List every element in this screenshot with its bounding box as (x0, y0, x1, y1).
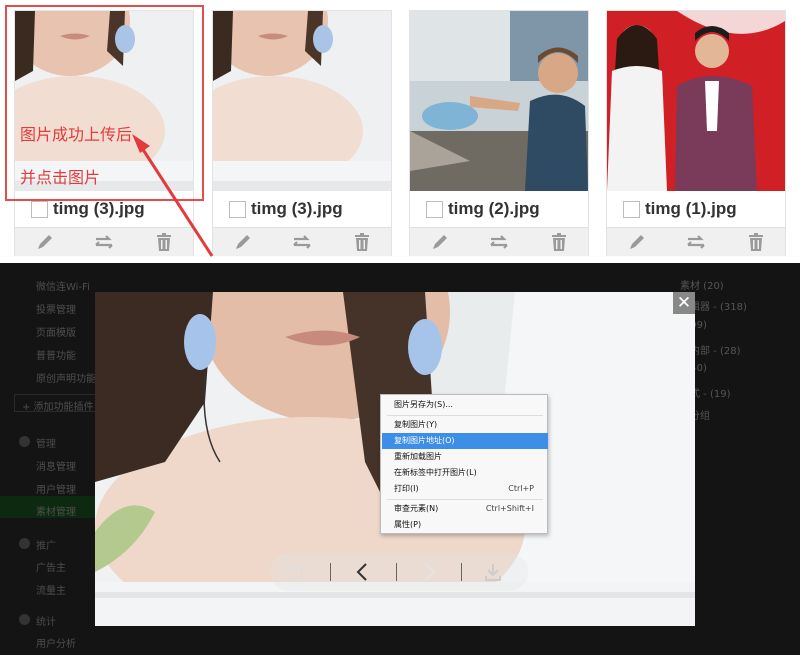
image-filename: timg (3).jpg (251, 199, 343, 218)
select-checkbox[interactable] (426, 201, 443, 218)
menu-item-label: 属性(P) (394, 520, 422, 529)
menu-item-label: 重新加载图片 (394, 452, 442, 461)
delete-trash-icon[interactable] (548, 232, 570, 252)
sidebar-item[interactable]: 消息管理 (36, 458, 76, 473)
image-card[interactable]: timg (2).jpg (409, 10, 589, 256)
stats-icon (19, 614, 30, 625)
card-actions (15, 227, 193, 256)
prev-image-icon[interactable] (352, 560, 374, 584)
move-arrows-icon[interactable] (291, 232, 313, 252)
menu-separator (387, 499, 543, 500)
context-menu-item-selected[interactable]: 复制图片地址(O) (382, 433, 548, 449)
add-plugin-label: + 添加功能插件 (22, 402, 94, 413)
card-actions (607, 227, 785, 256)
edit-pencil-icon[interactable] (430, 232, 452, 252)
edit-pencil-icon[interactable] (627, 232, 649, 252)
context-menu-item[interactable]: 审查元素(N) Ctrl+Shift+I (382, 501, 548, 517)
delete-trash-icon[interactable] (745, 232, 767, 252)
context-menu-item[interactable]: 在新标签中打开图片(L) (382, 465, 548, 481)
group-item[interactable]: 素材 (20) (680, 277, 724, 292)
context-menu-item[interactable]: 图片另存为(S)... (382, 397, 548, 413)
sidebar-item[interactable]: 用户管理 (36, 481, 76, 496)
next-image-icon[interactable] (418, 560, 440, 584)
preview-toolbar (270, 553, 528, 591)
image-gallery: timg (3).jpg timg (3).jpg timg (2).jpg t… (0, 0, 800, 263)
sidebar-item[interactable]: 原创声明功能 (36, 370, 96, 385)
section-heading: 统计 (36, 617, 56, 628)
select-checkbox[interactable] (31, 201, 48, 218)
menu-item-label: 审查元素(N) (394, 504, 439, 513)
edit-pencil-icon[interactable] (35, 232, 57, 252)
image-card[interactable]: timg (1).jpg (606, 10, 786, 256)
card-actions (213, 227, 391, 256)
annotation-text: 图片成功上传后 (20, 125, 133, 144)
image-filename: timg (3).jpg (53, 199, 145, 218)
menu-separator (387, 415, 543, 416)
delete-trash-icon[interactable] (351, 232, 373, 252)
select-checkbox[interactable] (623, 201, 640, 218)
toolbar-divider (396, 563, 397, 581)
browser-context-menu: 图片另存为(S)... 复制图片(Y) 复制图片地址(O) 重新加载图片 在新标… (380, 394, 548, 534)
section-heading: 推广 (36, 541, 56, 552)
menu-item-shortcut: Ctrl+Shift+I (485, 504, 534, 513)
move-arrows-icon[interactable] (488, 232, 510, 252)
context-menu-item[interactable]: 属性(P) (382, 517, 548, 533)
select-checkbox[interactable] (229, 201, 246, 218)
menu-item-shortcut: Ctrl+P (508, 484, 534, 493)
edit-pencil-icon[interactable] (233, 232, 255, 252)
toolbar-divider (461, 563, 462, 581)
menu-item-label: 复制图片(Y) (394, 420, 438, 429)
context-menu-item[interactable]: 重新加载图片 (382, 449, 548, 465)
sidebar-item[interactable]: 普普功能 (36, 347, 76, 362)
toolbar-divider (330, 563, 331, 581)
fullscreen-icon[interactable] (284, 560, 306, 584)
sidebar-item[interactable]: 广告主 (36, 559, 66, 574)
move-arrows-icon[interactable] (685, 232, 707, 252)
move-arrows-icon[interactable] (93, 232, 115, 252)
delete-trash-icon[interactable] (153, 232, 175, 252)
manage-icon (19, 436, 30, 447)
card-actions (410, 227, 588, 256)
sidebar-item[interactable]: 投票管理 (36, 301, 76, 316)
annotation-text: 并点击图片 (20, 168, 101, 187)
section-heading: 管理 (36, 439, 56, 450)
image-thumbnail[interactable] (213, 11, 391, 191)
ads-icon (19, 538, 30, 549)
image-thumbnail[interactable] (410, 11, 588, 191)
sidebar-item[interactable]: 用户分析 (36, 635, 76, 650)
sidebar-item[interactable]: 微信连Wi-Fi (36, 278, 90, 293)
download-icon[interactable] (482, 560, 504, 584)
menu-item-label: 打印(I) (394, 484, 419, 493)
menu-item-label: 复制图片地址(O) (394, 436, 455, 445)
image-card[interactable]: timg (3).jpg (212, 10, 392, 256)
sidebar-item[interactable]: 素材管理 (36, 503, 76, 518)
image-filename: timg (2).jpg (448, 199, 540, 218)
context-menu-item[interactable]: 复制图片(Y) (382, 417, 548, 433)
left-sidebar-menu: 微信连Wi-Fi 投票管理 页面模版 普普功能 原创声明功能 + 添加功能插件 … (0, 263, 100, 655)
context-menu-item[interactable]: 打印(I) Ctrl+P (382, 481, 548, 497)
right-group-list: 素材 (20) 编辑器 - (318) (609) 宠内部 - (28) (14… (680, 263, 800, 655)
menu-item-label: 在新标签中打开图片(L) (394, 468, 477, 477)
sidebar-item[interactable]: 流量主 (36, 582, 66, 597)
sidebar-item[interactable]: 页面模版 (36, 324, 76, 339)
image-thumbnail[interactable] (607, 11, 785, 191)
image-filename: timg (1).jpg (645, 199, 737, 218)
menu-item-label: 图片另存为(S)... (394, 400, 453, 409)
close-modal-button[interactable]: ✕ (673, 292, 695, 314)
